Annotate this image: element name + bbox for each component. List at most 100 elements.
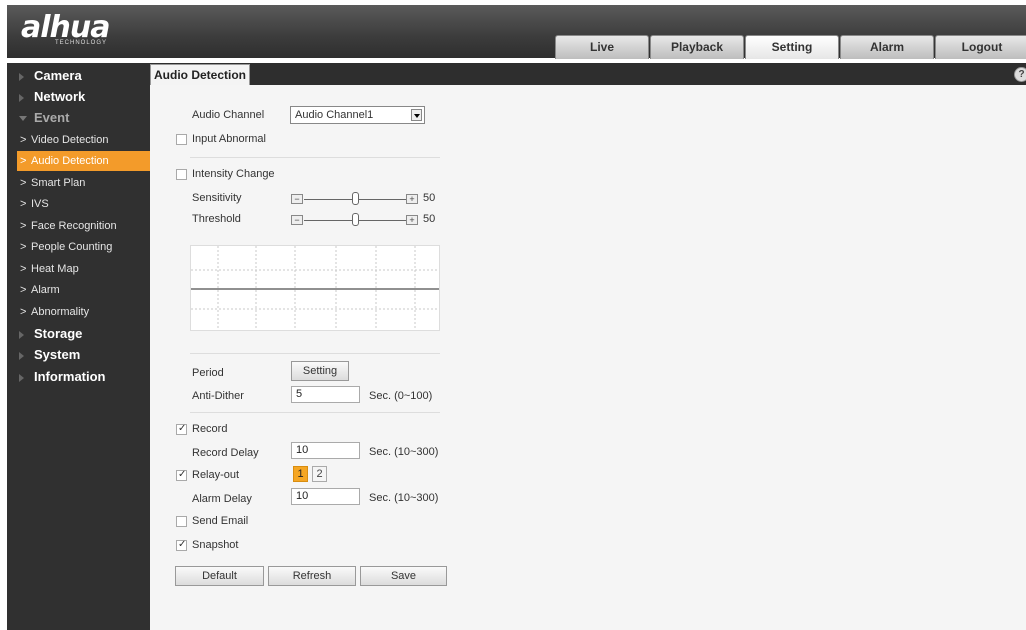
- content-header-bar: [150, 63, 1026, 85]
- sidebar-item-label: Alarm: [31, 284, 60, 296]
- record-delay-unit: Sec. (10~300): [369, 446, 439, 458]
- sidebar-item-label: Network: [34, 89, 86, 104]
- sidebar-item-people-counting[interactable]: > People Counting: [17, 237, 150, 257]
- record-delay-input[interactable]: 10: [291, 442, 360, 459]
- sidebar-item-label: System: [34, 347, 81, 362]
- tab-live[interactable]: Live: [555, 35, 649, 59]
- sidebar-item-smart-plan[interactable]: > Smart Plan: [17, 173, 150, 193]
- sidebar-item-video-detection[interactable]: > Video Detection: [17, 130, 150, 150]
- anti-dither-unit: Sec. (0~100): [369, 390, 433, 402]
- chevron-right-icon: >: [20, 155, 27, 167]
- threshold-slider-thumb[interactable]: [352, 213, 359, 226]
- relay-out-checkbox[interactable]: [176, 469, 187, 481]
- audio-graph-grid: [191, 246, 439, 330]
- anti-dither-label: Anti-Dither: [192, 390, 244, 402]
- sidebar-item-label: Heat Map: [31, 263, 79, 275]
- sidebar-item-audio-detection[interactable]: > Audio Detection: [17, 151, 150, 171]
- logo-name: alhua: [21, 10, 110, 45]
- chevron-right-icon: >: [20, 263, 27, 275]
- period-label: Period: [192, 367, 224, 379]
- triangle-right-icon: [19, 352, 24, 360]
- snapshot-checkbox[interactable]: [176, 539, 187, 551]
- alarm-delay-input[interactable]: 10: [291, 488, 360, 505]
- sensitivity-label: Sensitivity: [192, 192, 242, 204]
- sidebar-item-label: Storage: [34, 326, 83, 341]
- relay-2-button[interactable]: 2: [312, 466, 327, 482]
- divider: [190, 412, 440, 413]
- sidebar-item-label: Video Detection: [31, 134, 109, 146]
- alarm-delay-unit: Sec. (10~300): [369, 492, 439, 504]
- snapshot-label: Snapshot: [192, 539, 239, 551]
- relay-out-label: Relay-out: [192, 469, 240, 481]
- triangle-right-icon: [19, 94, 24, 102]
- sidebar-item-camera[interactable]: Camera: [7, 66, 150, 86]
- relay-1-button[interactable]: 1: [293, 466, 308, 482]
- save-button[interactable]: Save: [360, 566, 447, 586]
- chevron-right-icon: >: [20, 306, 27, 318]
- sidebar-item-storage[interactable]: Storage: [7, 324, 150, 344]
- tab-alarm[interactable]: Alarm: [840, 35, 934, 59]
- audio-channel-select[interactable]: Audio Channel1: [290, 106, 425, 124]
- period-setting-button[interactable]: Setting: [291, 361, 349, 381]
- chevron-right-icon: >: [20, 134, 27, 146]
- sensitivity-slider-thumb[interactable]: [352, 192, 359, 205]
- chevron-down-icon: [411, 109, 422, 121]
- tab-setting[interactable]: Setting: [745, 35, 839, 59]
- input-abnormal-label: Input Abnormal: [192, 133, 266, 145]
- sensitivity-minus-button[interactable]: −: [291, 194, 303, 204]
- intensity-change-checkbox[interactable]: [176, 169, 187, 180]
- logo-sub: TECHNOLOGY: [55, 40, 108, 46]
- sidebar-item-label: Smart Plan: [31, 177, 86, 189]
- sidebar-item-label: Event: [34, 110, 70, 125]
- send-email-label: Send Email: [192, 515, 249, 527]
- audio-level-graph: [190, 245, 440, 331]
- audio-channel-label: Audio Channel: [192, 109, 265, 121]
- chevron-right-icon: >: [20, 198, 27, 210]
- tab-logout[interactable]: Logout: [935, 35, 1026, 59]
- sidebar-item-ivs[interactable]: > IVS: [17, 194, 150, 214]
- threshold-plus-button[interactable]: +: [406, 215, 418, 225]
- audio-channel-value: Audio Channel1: [295, 109, 374, 121]
- record-delay-label: Record Delay: [192, 447, 259, 459]
- record-checkbox[interactable]: [176, 423, 187, 435]
- help-icon[interactable]: ?: [1014, 67, 1026, 82]
- sidebar: Camera Network Event > Video Detection > A…: [7, 63, 150, 630]
- send-email-checkbox[interactable]: [176, 516, 187, 527]
- triangle-right-icon: [19, 331, 24, 339]
- chevron-right-icon: >: [20, 220, 27, 232]
- anti-dither-input[interactable]: 5: [291, 386, 360, 403]
- sidebar-item-abnormality[interactable]: > Abnormality: [17, 302, 150, 322]
- default-button[interactable]: Default: [175, 566, 264, 586]
- chevron-right-icon: >: [20, 284, 27, 296]
- sidebar-item-label: Camera: [34, 68, 82, 83]
- triangle-down-icon: [19, 116, 27, 121]
- intensity-change-label: Intensity Change: [192, 168, 275, 180]
- triangle-right-icon: [19, 73, 24, 81]
- divider: [190, 157, 440, 158]
- sidebar-item-label: IVS: [31, 198, 49, 210]
- threshold-label: Threshold: [192, 213, 241, 225]
- sensitivity-value: 50: [423, 192, 436, 204]
- input-abnormal-checkbox[interactable]: [176, 134, 187, 145]
- sidebar-item-label: Audio Detection: [31, 155, 109, 167]
- content-panel: [150, 85, 1026, 630]
- threshold-minus-button[interactable]: −: [291, 215, 303, 225]
- sensitivity-plus-button[interactable]: +: [406, 194, 418, 204]
- sidebar-item-network[interactable]: Network: [7, 87, 150, 107]
- refresh-button[interactable]: Refresh: [268, 566, 356, 586]
- sidebar-item-alarm[interactable]: > Alarm: [17, 280, 150, 300]
- triangle-right-icon: [19, 374, 24, 382]
- sidebar-item-label: Face Recognition: [31, 220, 117, 232]
- chevron-right-icon: >: [20, 241, 27, 253]
- sidebar-item-face-recognition[interactable]: > Face Recognition: [17, 216, 150, 236]
- sidebar-item-information[interactable]: Information: [7, 367, 150, 387]
- sidebar-item-label: People Counting: [31, 241, 113, 253]
- top-bar: alhua TECHNOLOGY Live Playback Setting A…: [7, 5, 1026, 59]
- sidebar-item-system[interactable]: System: [7, 345, 150, 365]
- alarm-delay-label: Alarm Delay: [192, 493, 252, 505]
- sidebar-item-event[interactable]: Event: [7, 108, 150, 128]
- sidebar-item-label: Abnormality: [31, 306, 90, 318]
- divider: [190, 353, 440, 354]
- sidebar-item-heat-map[interactable]: > Heat Map: [17, 259, 150, 279]
- tab-playback[interactable]: Playback: [650, 35, 744, 59]
